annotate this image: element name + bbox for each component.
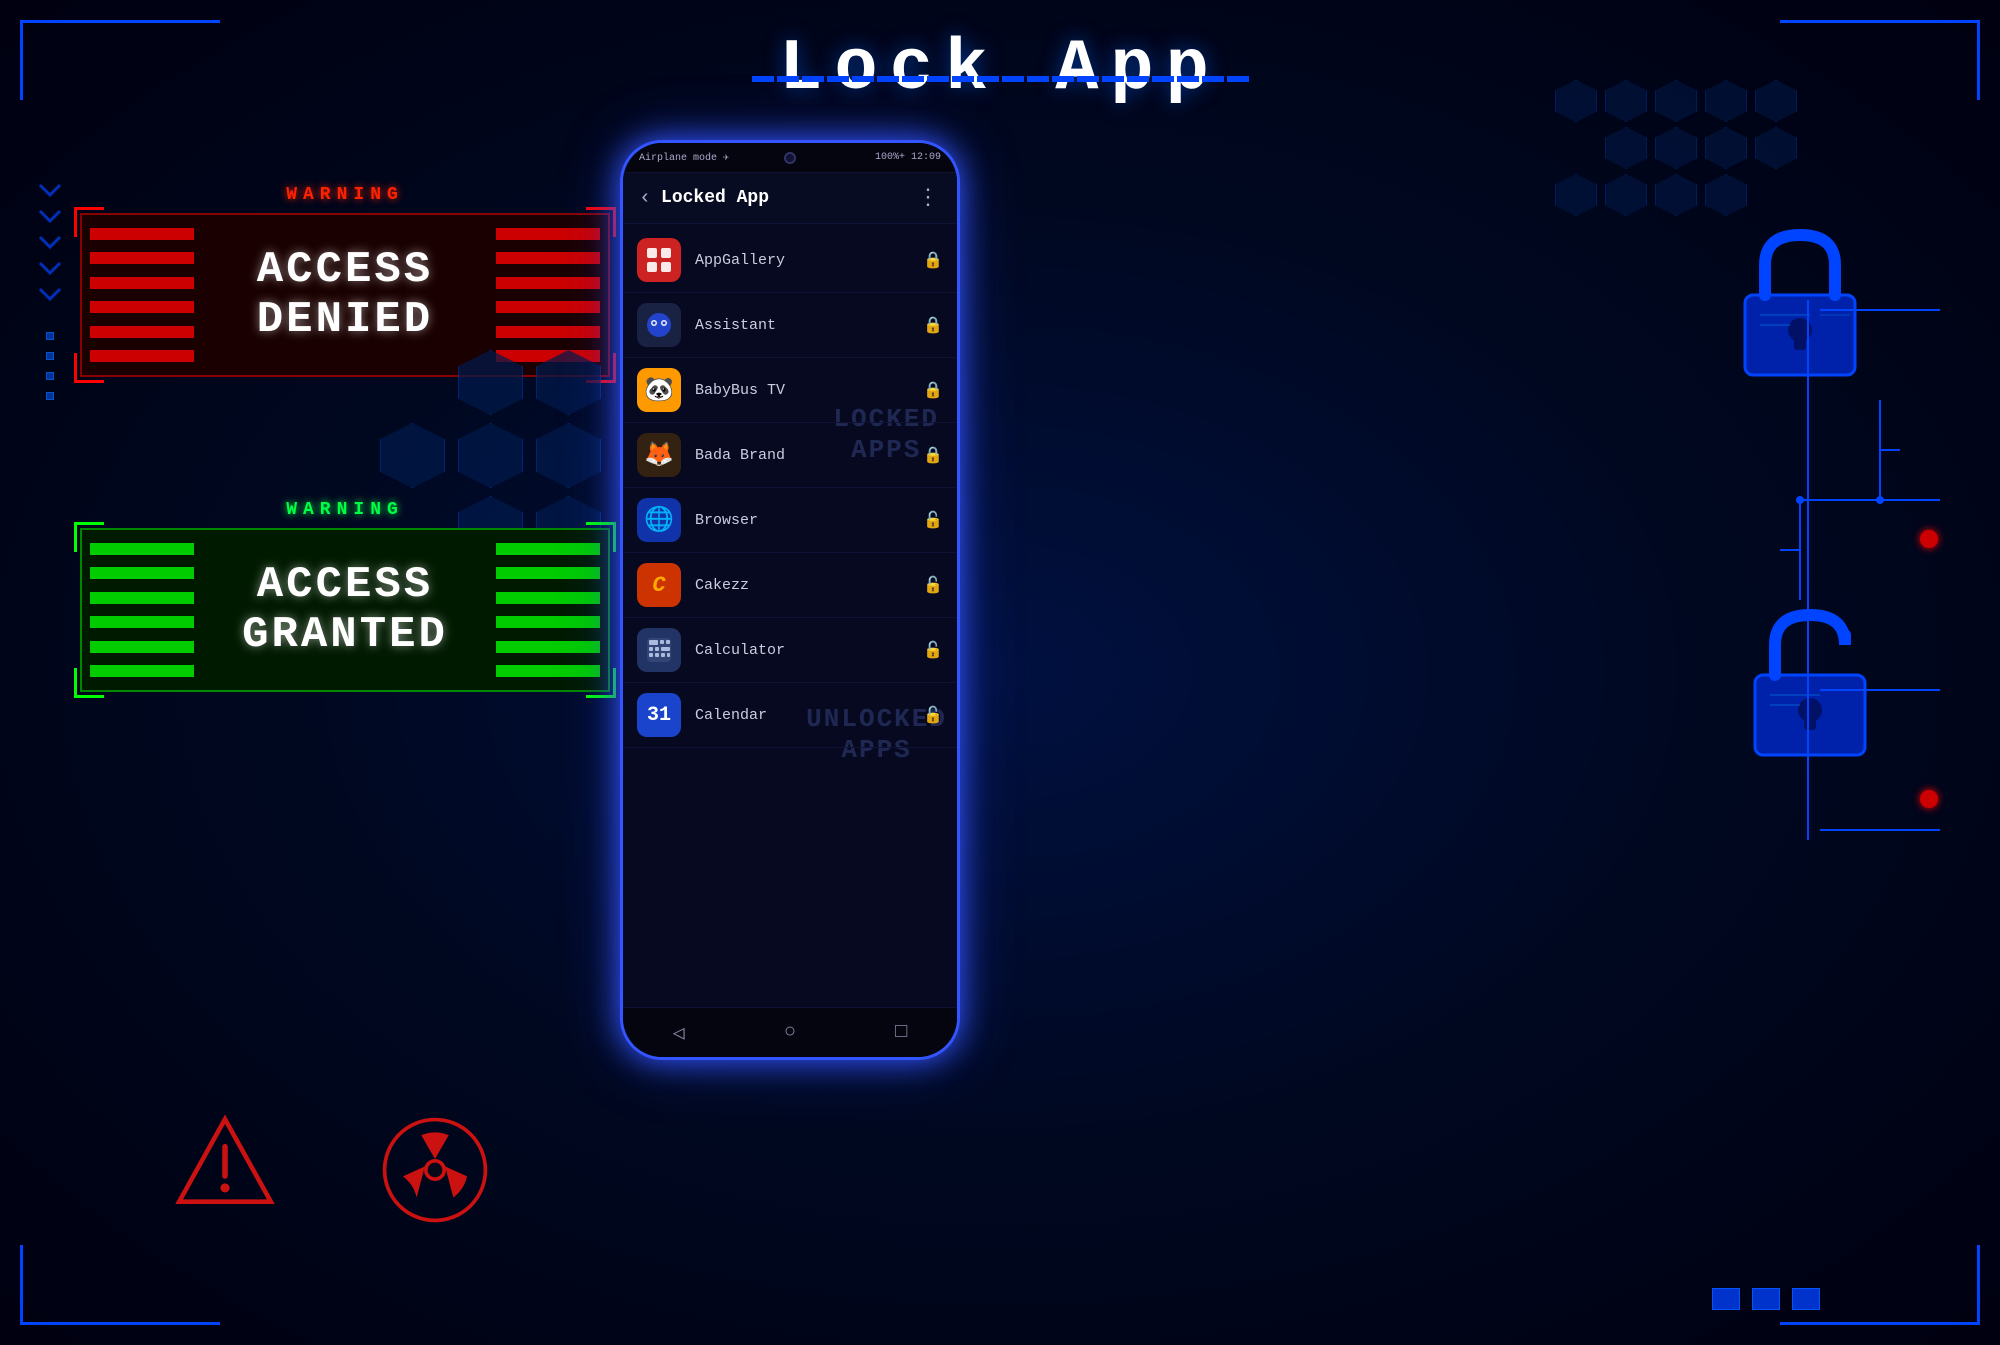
hex-pattern-top-right [1555, 80, 1800, 216]
corner-decoration-tr [1780, 20, 1980, 100]
circuit-connect-right-top [1820, 300, 1940, 325]
app-title: Locked App [661, 188, 769, 208]
list-item[interactable]: AppGallery 🔒 [623, 228, 957, 293]
red-dot-lower [1920, 790, 1938, 808]
access-granted-text: ACCESS GRANTED [242, 560, 448, 660]
app-name-assistant: Assistant [695, 317, 923, 334]
corner-decoration-br [1780, 1245, 1980, 1325]
phone-navbar: ◁ ○ □ [623, 1007, 957, 1057]
list-item[interactable]: C Cakezz 🔓 [623, 553, 957, 618]
list-item[interactable]: Calculator 🔓 [623, 618, 957, 683]
phone-outer: Airplane mode ✈ 100%+ 12:09 ‹ Locked App… [620, 140, 960, 1060]
granted-stripes-left [82, 530, 202, 690]
lock-icon-cakezz: 🔓 [923, 575, 943, 595]
bottom-dot-3 [1792, 1288, 1820, 1310]
lock-icon-calendar: 🔓 [923, 705, 943, 725]
nav-recent-button[interactable]: □ [895, 1021, 907, 1044]
page-title: Lock App [779, 28, 1221, 110]
app-name-calculator: Calculator [695, 642, 923, 659]
phone-mockup: Airplane mode ✈ 100%+ 12:09 ‹ Locked App… [620, 140, 960, 1060]
corner-decoration-bl [20, 1245, 220, 1325]
warning-label-denied: WARNING [80, 185, 610, 205]
bottom-dot-2 [1752, 1288, 1780, 1310]
circuit-connect-right-bot2 [1820, 820, 1940, 845]
granted-stripes-right [488, 530, 608, 690]
app-header: ‹ Locked App ⋮ [623, 173, 957, 224]
left-panel-decoration [30, 120, 70, 1225]
warning-triangle-icon [170, 1110, 280, 1225]
app-icon-browser: 🌐 [637, 498, 681, 542]
app-icon-appgallery [637, 238, 681, 282]
lock-icon-appgallery: 🔒 [923, 250, 943, 270]
app-header-left: ‹ Locked App [639, 187, 769, 210]
app-name-browser: Browser [695, 512, 923, 529]
access-granted-panel: WARNING ACCESS GRANTED [80, 500, 610, 692]
lock-icon-babybus: 🔒 [923, 380, 943, 400]
app-icon-assistant [637, 303, 681, 347]
list-item[interactable]: 🦊 Bada Brand 🔒 [623, 423, 957, 488]
access-denied-text: ACCESS DENIED [257, 245, 433, 345]
circuit-connect-right-bot [1820, 680, 1940, 705]
list-item[interactable]: 🌐 Browser 🔓 [623, 488, 957, 553]
more-menu-button[interactable]: ⋮ [917, 185, 941, 211]
app-name-bada: Bada Brand [695, 447, 923, 464]
phone-status-left: Airplane mode ✈ [639, 152, 729, 164]
app-icon-bada: 🦊 [637, 433, 681, 477]
phone-camera [784, 152, 796, 164]
bottom-dot-1 [1712, 1288, 1740, 1310]
app-name-cakezz: Cakezz [695, 577, 923, 594]
corner-decoration-tl [20, 20, 220, 100]
red-dot-upper [1920, 530, 1938, 548]
lock-icon-bada: 🔒 [923, 445, 943, 465]
list-item[interactable]: 🐼 BabyBus TV 🔒 [623, 358, 957, 423]
bottom-dots-right [1712, 1288, 1820, 1310]
app-name-calendar: Calendar [695, 707, 923, 724]
warning-label-granted: WARNING [80, 500, 610, 520]
lock-icon-browser: 🔓 [923, 510, 943, 530]
lock-icon-calculator: 🔓 [923, 640, 943, 660]
nav-back-button[interactable]: ◁ [673, 1020, 685, 1046]
nav-home-button[interactable]: ○ [784, 1021, 796, 1044]
circuit-connect-right-mid [1820, 490, 1940, 515]
app-icon-cakezz: C [637, 563, 681, 607]
access-granted-box: ACCESS GRANTED [80, 528, 610, 692]
list-item[interactable]: 31 Calendar 🔓 [623, 683, 957, 748]
phone-screen: ‹ Locked App ⋮ LOCKED APPS AppGallery [623, 173, 957, 1007]
app-icon-babybus: 🐼 [637, 368, 681, 412]
radiation-symbol-icon [380, 1115, 490, 1225]
right-vertical-line [1798, 300, 1818, 845]
app-name-appgallery: AppGallery [695, 252, 923, 269]
app-icon-calculator [637, 628, 681, 672]
list-item[interactable]: Assistant 🔒 [623, 293, 957, 358]
phone-status-right: 100%+ 12:09 [875, 152, 941, 163]
app-icon-calendar: 31 [637, 693, 681, 737]
lock-icon-assistant: 🔒 [923, 315, 943, 335]
app-name-babybus: BabyBus TV [695, 382, 923, 399]
access-denied-panel: WARNING ACCESS DENIED [80, 185, 610, 377]
app-list: LOCKED APPS AppGallery 🔒 Assistan [623, 224, 957, 752]
back-button[interactable]: ‹ [639, 187, 651, 210]
denied-stripes-left [82, 215, 202, 375]
